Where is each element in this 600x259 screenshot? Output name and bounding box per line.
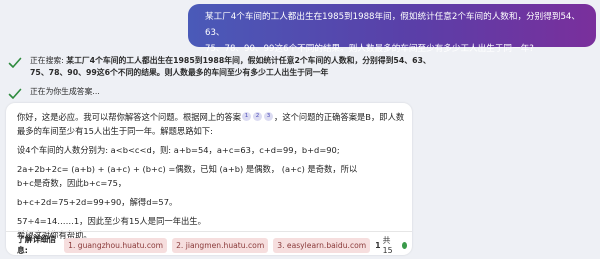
answer-text: b+c+2d=75+2d=99+90，解得d=57。 — [17, 197, 178, 207]
learn-more-bar: 了解详细信息: 1. guangzhou.huatu.com 2. jiangm… — [17, 235, 407, 255]
citation-3[interactable]: 3 — [264, 112, 274, 121]
answer-body: 你好，这是必应。我可以帮你解答这个问题。根据网上的答案 1 2 3 ，这个问题的正确答案… — [17, 110, 409, 242]
answer-text: 57÷4=14……1，因此至少有15人是同一年出生。 — [17, 216, 206, 226]
generating-status: 正在为你生成答案... — [8, 86, 100, 100]
citation-2[interactable]: 2 — [253, 112, 263, 121]
user-message-line: 某工厂4个车间的工人都出生在1985到1988年间，假如统计任意2个车间的人数和… — [205, 12, 580, 38]
answer-text: 设4个车间的人数分别为: a<b<c<d，则: a+b=54，a+c=63，c+… — [17, 145, 340, 155]
answer-text: 2a+2b+2c= (a+b) + (a+c) + (b+c) =偶数，已知 (… — [17, 164, 358, 174]
search-status: 正在搜索: 某工厂4个车间的工人都出生在1985到1988年间，假如统计任意2个… — [8, 55, 431, 79]
user-message-bubble: 某工厂4个车间的工人都出生在1985到1988年间，假如统计任意2个车间的人数和… — [188, 4, 596, 54]
learn-more-label: 了解详细信息: — [17, 235, 56, 255]
checkmark-icon — [8, 57, 22, 68]
answer-text: 你好，这是必应。我可以帮你解答这个问题。根据网上的答案 — [17, 112, 242, 122]
counter-current: 1 — [375, 240, 381, 250]
citation-1[interactable]: 1 — [242, 112, 252, 121]
response-counter: 1 共 15 — [375, 235, 407, 255]
source-link-1[interactable]: 1. guangzhou.huatu.com — [64, 237, 168, 253]
counter-total: 共 15 — [382, 236, 393, 255]
source-link-3[interactable]: 3. easylearn.baidu.com — [273, 237, 371, 253]
answer-card: 你好，这是必应。我可以帮你解答这个问题。根据网上的答案 1 2 3 ，这个问题的正确答案… — [6, 103, 412, 255]
search-query-line: 75、78、90、99这6个不同的结果。则人数最多的车间至少有多少工人出生于同一… — [30, 68, 329, 77]
search-query-line: 某工厂4个车间的工人都出生在1985到1988年间，假如统计任意2个车间的人数和… — [66, 56, 431, 65]
generating-status-text: 正在为你生成答案... — [30, 87, 100, 96]
status-dot-icon — [401, 241, 407, 249]
divider — [6, 231, 412, 232]
search-prefix: 正在搜索: — [30, 56, 67, 65]
source-link-2[interactable]: 2. jiangmen.huatu.com — [172, 237, 269, 253]
answer-text: b+c是奇数，因此b+c=75， — [17, 178, 127, 188]
search-status-text: 正在搜索: 某工厂4个车间的工人都出生在1985到1988年间，假如统计任意2个… — [30, 55, 431, 79]
answer-text: ，这个问题的正确答案是B，即人数 — [274, 112, 405, 122]
answer-text: 最多的车间至少有15人出生于同一年。解题思路如下: — [17, 126, 213, 136]
checkmark-icon — [8, 88, 22, 99]
